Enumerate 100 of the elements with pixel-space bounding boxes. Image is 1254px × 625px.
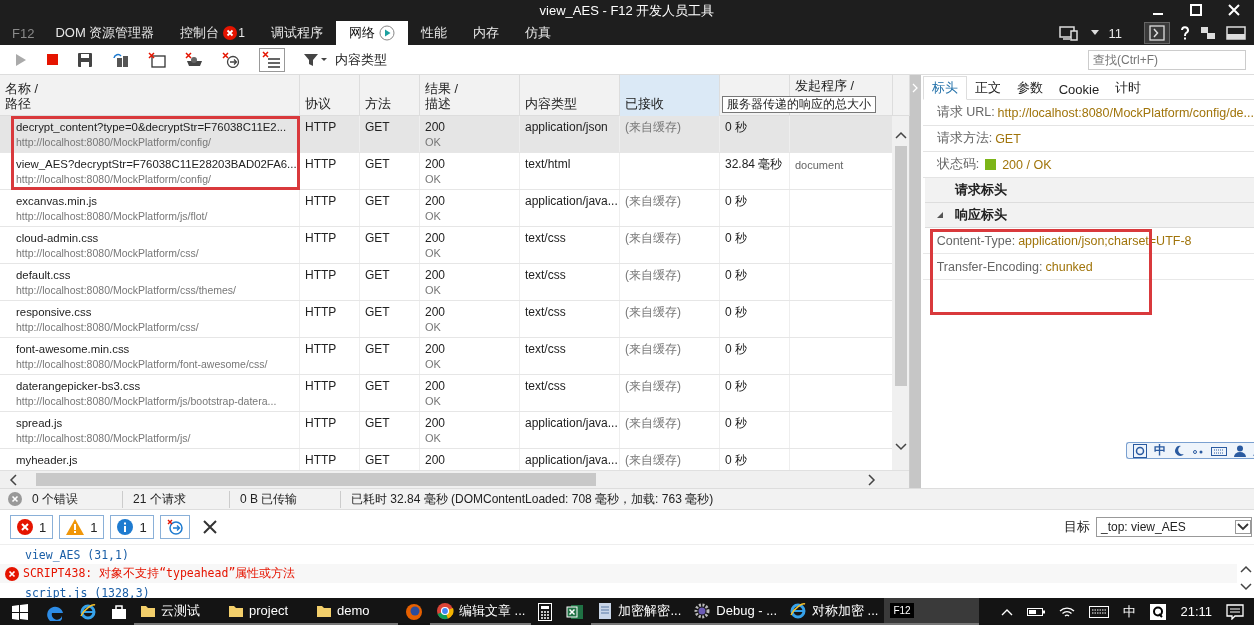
user-icon[interactable]	[1233, 444, 1246, 457]
target-dropdown[interactable]: _top: view_AES	[1096, 517, 1252, 537]
transferred-size: 0 B 已传输	[230, 490, 341, 508]
dropdown-icon[interactable]	[1090, 30, 1099, 36]
moon-icon[interactable]	[1172, 444, 1185, 457]
keyboard-icon[interactable]	[1089, 605, 1110, 618]
request-name: myheader.js	[16, 453, 79, 468]
initiator-text: document	[795, 158, 845, 173]
method-text: GET	[365, 379, 391, 394]
request-row[interactable]: excanvas.min.js http://localhost:8080/MockPlatform/js/flot/ HTTP GET 200 OK application/java... (来自缓存) 0 秒	[0, 190, 892, 227]
stop-icon[interactable]	[47, 53, 59, 66]
dock-icon[interactable]	[1226, 25, 1246, 41]
request-row[interactable]: responsive.css http://localhost:8080/MockPlatform/css/ HTTP GET 200 OK text/css (来自缓存) 0 秒	[0, 301, 892, 338]
tool-tab[interactable]: 网络	[336, 21, 409, 45]
taskbar-button[interactable]: project	[222, 598, 310, 625]
tool-tab[interactable]: F12	[4, 21, 43, 45]
start-icon[interactable]	[12, 603, 28, 620]
scroll-left-icon[interactable]	[8, 473, 18, 486]
clear-cookies-icon[interactable]	[222, 51, 240, 68]
battery-icon[interactable]	[1027, 606, 1046, 617]
scroll-down-icon[interactable]	[1239, 582, 1252, 592]
filter-icon[interactable]	[304, 52, 328, 67]
clear-icon[interactable]	[201, 519, 218, 535]
document-mode[interactable]: 11	[1108, 25, 1122, 41]
clear-entries-icon[interactable]	[259, 47, 285, 72]
status-text: OK	[425, 283, 442, 298]
taskbar-button[interactable]: 加密解密...	[591, 598, 688, 625]
protocol-text: HTTP	[305, 194, 338, 209]
method-text: GET	[365, 194, 391, 209]
ime-mode[interactable]: 中	[1153, 442, 1166, 459]
request-row[interactable]: spread.js http://localhost:8080/MockPlatform/js/ HTTP GET 200 OK application/java... (来自缓存) 0 秒	[0, 412, 892, 449]
horizontal-scrollbar[interactable]	[0, 470, 909, 488]
tool-tab[interactable]: DOM 资源管理器	[42, 21, 168, 45]
tool-tab[interactable]: 内存	[460, 21, 513, 45]
request-row[interactable]: daterangepicker-bs3.css http://localhost:8080/MockPlatform/js/bootstrap-datera... HTTP GET 200 OK text/css (来自缓存) 0 秒	[0, 375, 892, 412]
tool-tab[interactable]: 仿真	[512, 21, 565, 45]
scroll-down-icon[interactable]	[894, 442, 907, 452]
maximize-icon[interactable]	[1190, 4, 1202, 16]
close-icon[interactable]	[1228, 4, 1240, 16]
request-name: font-awesome.min.css	[16, 342, 131, 357]
splitter-handle[interactable]	[910, 75, 921, 488]
taskbar-button[interactable]: 云测试	[134, 598, 222, 625]
input-language[interactable]: 中	[1123, 602, 1137, 621]
q-logo-icon[interactable]	[1150, 603, 1167, 620]
notifications-icon[interactable]	[1226, 603, 1244, 620]
request-row[interactable]: cloud-admin.css http://localhost:8080/MockPlatform/css/ HTTP GET 200 OK text/css (来自缓存) 0 秒	[0, 227, 892, 264]
taskbar-button[interactable]: demo	[310, 598, 398, 625]
source-link[interactable]: script.js (1328,3)	[25, 585, 150, 598]
content-type: application/json	[525, 120, 609, 135]
taskbar-button[interactable]: 编辑文章 ...	[430, 598, 532, 625]
column-header[interactable]: 已接收	[620, 75, 720, 116]
details-tab[interactable]: 参数	[1008, 77, 1051, 99]
method-text: GET	[365, 305, 391, 320]
keyboard-icon[interactable]	[1210, 444, 1227, 457]
request-row[interactable]: default.css http://localhost:8080/MockPlatform/css/themes/ HTTP GET 200 OK text/css (来自缓存) 0 秒	[0, 264, 892, 301]
content-type: text/css	[525, 268, 567, 283]
protocol-text: HTTP	[305, 157, 338, 172]
console-icon[interactable]	[1144, 22, 1170, 44]
status-code: 200	[425, 453, 447, 468]
console-filter[interactable]: 1	[110, 515, 154, 539]
request-path: http://localhost:8080/MockPlatform/js/bootstrap-datera...	[16, 394, 278, 409]
taskbar-button[interactable]: F12	[884, 598, 980, 625]
section-header[interactable]: 请求标头	[924, 178, 1254, 203]
request-row[interactable]: view_AES?decryptStr=F76038C11E28203BAD02FA6... http://localhost:8080/MockPlatform/config/ HTTP GET 200 OK text/html 32.84 毫秒 document	[0, 153, 892, 190]
scroll-up-icon[interactable]	[1239, 564, 1252, 574]
duration-text: 0 秒	[725, 379, 748, 394]
console-filter[interactable]: 1	[59, 515, 105, 539]
tool-tab[interactable]: 控制台 1	[167, 21, 259, 45]
section-header[interactable]: 响应标头	[924, 203, 1254, 228]
filter-label[interactable]: 内容类型	[335, 50, 387, 69]
ime-logo-icon[interactable]	[1132, 443, 1147, 458]
undock-icon[interactable]	[1200, 25, 1216, 41]
details-tab[interactable]: 计时	[1107, 77, 1150, 99]
device-icon[interactable]	[1058, 25, 1081, 41]
details-tab[interactable]: Cookie	[1050, 80, 1108, 99]
clear-cache-icon[interactable]	[185, 51, 203, 68]
help-icon[interactable]	[1180, 25, 1190, 41]
refresh-icon[interactable]	[111, 51, 129, 68]
scroll-up-icon[interactable]	[894, 130, 907, 140]
clock[interactable]: 21:11	[1180, 604, 1212, 619]
save-icon[interactable]	[78, 52, 92, 67]
taskbar-button[interactable]: Debug - ...	[687, 598, 783, 625]
chevron-up-icon[interactable]	[1001, 607, 1014, 616]
source-link[interactable]: view_AES (31,1)	[25, 547, 129, 562]
request-row[interactable]: decrypt_content?type=0&decryptStr=F76038C11E2... http://localhost:8080/MockPlatform/config/ HTTP GET 200 OK application/json (来自缓存) 0 秒	[0, 116, 892, 153]
console-filter[interactable]: 1	[10, 515, 54, 539]
scroll-right-icon[interactable]	[867, 473, 877, 486]
request-row[interactable]: font-awesome.min.css http://localhost:8080/MockPlatform/font-awesome/css/ HTTP GET 200 OK text/css (来自缓存) 0 秒	[0, 338, 892, 375]
details-tab[interactable]: 正文	[966, 77, 1009, 99]
error-icon	[8, 492, 22, 506]
status-text: OK	[425, 246, 442, 261]
details-tab[interactable]: 标头	[922, 76, 967, 100]
search-field[interactable]: 查找(Ctrl+F)	[1088, 49, 1246, 70]
clear-on-navigate-icon[interactable]	[159, 515, 190, 539]
clear-window-icon[interactable]	[148, 51, 166, 68]
vertical-scrollbar[interactable]	[892, 116, 909, 470]
duration-text: 0 秒	[725, 305, 748, 320]
tool-tab[interactable]: 调试程序	[258, 21, 337, 45]
protocol-text: HTTP	[305, 379, 338, 394]
tool-tab[interactable]: 性能	[408, 21, 461, 45]
